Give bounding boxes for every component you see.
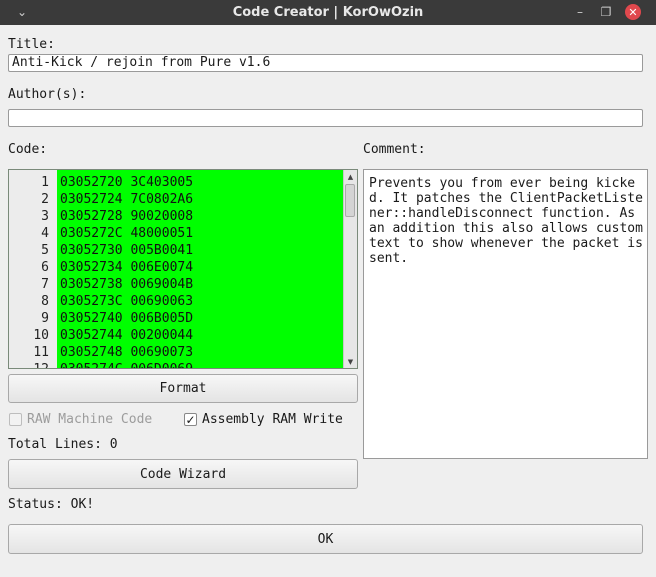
code-line[interactable]: 11 03052748 00690073 — [9, 344, 344, 361]
code-line-text[interactable]: 03052724 7C0802A6 — [60, 191, 193, 208]
line-number: 9 — [41, 311, 49, 326]
raw-machine-code-label: RAW Machine Code — [27, 412, 153, 427]
scroll-thumb[interactable] — [345, 184, 355, 217]
line-number: 2 — [41, 192, 49, 207]
window-titlebar: ⌄ Code Creator | KorOwOzin – ❐ ✕ — [0, 0, 656, 25]
code-line[interactable]: 12 0305274C 006D0069 — [9, 361, 344, 368]
code-line-text[interactable]: 03052744 00200044 — [60, 327, 193, 344]
scroll-down-icon[interactable]: ▼ — [344, 355, 357, 368]
code-editor[interactable]: 1 03052720 3C403005 2 03052724 7C0802A6 3 030… — [8, 169, 358, 369]
line-number: 6 — [41, 260, 49, 275]
code-line[interactable]: 1 03052720 3C403005 — [9, 174, 344, 191]
restore-icon[interactable]: ❐ — [598, 4, 614, 20]
code-line-text[interactable]: 03052730 005B0041 — [60, 242, 193, 259]
title-input[interactable]: Anti-Kick / rejoin from Pure v1.6 — [8, 54, 643, 72]
scroll-up-icon[interactable]: ▲ — [344, 170, 357, 183]
code-line-text[interactable]: 0305272C 48000051 — [60, 225, 193, 242]
title-label: Title: — [8, 37, 55, 52]
line-number: 12 — [9, 361, 49, 368]
code-line[interactable]: 7 03052738 0069004B — [9, 276, 344, 293]
line-number: 4 — [41, 226, 49, 241]
code-line[interactable]: 10 03052744 00200044 — [9, 327, 344, 344]
author-input[interactable] — [8, 109, 643, 127]
comment-textarea[interactable]: Prevents you from ever being kicked. It … — [363, 169, 648, 459]
raw-machine-code-checkbox[interactable] — [9, 413, 22, 426]
line-number: 3 — [41, 209, 49, 224]
status-text: Status: OK! — [8, 497, 95, 512]
code-line-text[interactable]: 03052748 00690073 — [60, 344, 193, 361]
code-line-text[interactable]: 03052720 3C403005 — [60, 174, 193, 191]
code-wizard-button[interactable]: Code Wizard — [8, 459, 358, 489]
code-line-text[interactable]: 03052734 006E0074 — [60, 259, 193, 276]
line-number: 7 — [41, 277, 49, 292]
code-line[interactable]: 3 03052728 90020008 — [9, 208, 344, 225]
line-number: 11 — [33, 345, 49, 360]
line-number: 8 — [41, 294, 49, 309]
code-line-text[interactable]: 03052740 006B005D — [60, 310, 193, 327]
code-line[interactable]: 6 03052734 006E0074 — [9, 259, 344, 276]
window-title: Code Creator | KorOwOzin — [232, 5, 424, 20]
line-number: 5 — [41, 243, 49, 258]
code-line-text[interactable]: 03052738 0069004B — [60, 276, 193, 293]
assembly-ram-write-checkbox[interactable]: ✓ — [184, 413, 197, 426]
code-line-text[interactable]: 03052728 90020008 — [60, 208, 193, 225]
code-label: Code: — [8, 142, 48, 157]
close-icon[interactable]: ✕ — [625, 4, 641, 20]
code-line[interactable]: 8 0305273C 00690063 — [9, 293, 344, 310]
minimize-icon[interactable]: – — [572, 4, 588, 20]
line-number: 1 — [41, 175, 49, 190]
code-line-text[interactable]: 0305274C 006D0069 — [60, 361, 193, 368]
assembly-ram-write-label: Assembly RAM Write — [202, 412, 343, 427]
code-line[interactable]: 4 0305272C 48000051 — [9, 225, 344, 242]
ok-button[interactable]: OK — [8, 524, 643, 554]
code-line[interactable]: 2 03052724 7C0802A6 — [9, 191, 344, 208]
code-line[interactable]: 5 03052730 005B0041 — [9, 242, 344, 259]
code-scrollbar[interactable]: ▲ ▼ — [343, 170, 357, 368]
format-button[interactable]: Format — [8, 374, 358, 403]
comment-label: Comment: — [363, 142, 426, 157]
code-line-text[interactable]: 0305273C 00690063 — [60, 293, 193, 310]
total-lines-text: Total Lines: 0 — [8, 437, 118, 452]
author-label: Author(s): — [8, 87, 87, 102]
code-line[interactable]: 9 03052740 006B005D — [9, 310, 344, 327]
line-number: 10 — [33, 328, 49, 343]
